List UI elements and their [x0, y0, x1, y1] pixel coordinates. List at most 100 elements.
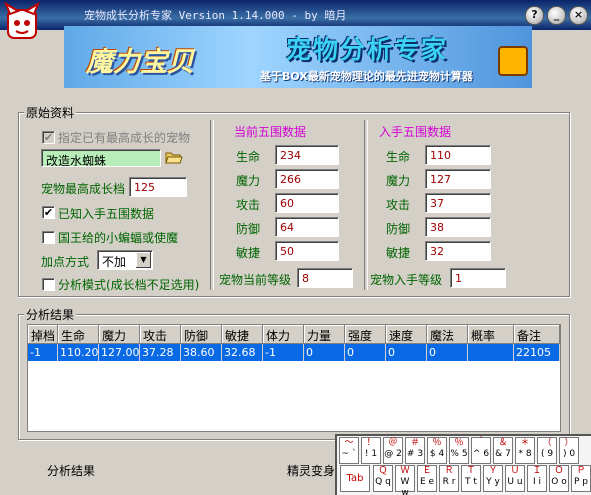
keyboard-key[interactable]: ％ $ 4 — [427, 437, 447, 464]
designated-pet-checkbox[interactable]: ✔ — [42, 131, 55, 144]
designated-pet-label: 指定已有最高成长的宠物 — [58, 131, 191, 145]
current-attack-input[interactable]: 60 — [275, 193, 339, 213]
current-hp-input[interactable]: 234 — [275, 145, 339, 165]
spirit-transform-label[interactable]: 精灵变身 — [287, 462, 335, 479]
acquired-defense-input[interactable]: 38 — [425, 217, 491, 237]
table-cell: 32.68 — [222, 344, 263, 361]
analyze-button[interactable]: 分析结果 — [47, 462, 95, 479]
column-header[interactable]: 速度 — [386, 325, 427, 344]
keyboard-key[interactable]: ＃ # 3 — [405, 437, 425, 464]
max-growth-input[interactable]: 125 — [129, 177, 187, 197]
current-stat-label: 敏捷 — [236, 246, 261, 260]
add-method-select[interactable]: 不加 ▼ — [97, 250, 153, 270]
keyboard-key[interactable]: ＹY y — [483, 465, 503, 492]
column-header[interactable]: 强度 — [345, 325, 386, 344]
current-agility-input[interactable]: 50 — [275, 241, 339, 261]
banner-headline: 宠物分析专家 — [286, 35, 449, 64]
acquired-level-input[interactable]: 1 — [450, 268, 506, 288]
acquired-stat-label: 魔力 — [386, 174, 411, 188]
analysis-mode-label: 分析模式(成长档不足选用) — [58, 278, 200, 292]
column-header[interactable]: 掉档 — [28, 325, 58, 344]
current-stat-label: 攻击 — [236, 198, 261, 212]
keyboard-key[interactable]: ！! 1 — [361, 437, 381, 464]
acquired-agility-input[interactable]: 32 — [425, 241, 491, 261]
add-method-value: 不加 — [102, 255, 127, 269]
pet-name-field[interactable]: 改造水蜘蛛 — [41, 149, 161, 167]
current-level-input[interactable]: 8 — [297, 268, 353, 288]
column-header[interactable]: 防御 — [181, 325, 222, 344]
column-header[interactable]: 备注 — [514, 325, 560, 344]
table-cell: 37.28 — [140, 344, 181, 361]
close-button[interactable]: × — [569, 6, 588, 25]
minimize-button[interactable]: _ — [547, 6, 566, 25]
help-button[interactable]: ? — [525, 6, 544, 25]
table-row[interactable]: -1 110.20 127.00 37.28 38.60 32.68 -1 0 … — [28, 344, 560, 361]
table-cell: 22105 — [514, 344, 560, 361]
table-cell: 0 — [304, 344, 345, 361]
current-stat-label: 生命 — [236, 150, 261, 164]
app-icon — [4, 2, 40, 39]
keyboard-key[interactable]: ＵU u — [505, 465, 525, 492]
banner-logo: 魔力宝贝 — [86, 47, 194, 78]
keyboard-key[interactable]: ＱQ q — [373, 465, 393, 492]
acquired-mp-input[interactable]: 127 — [425, 169, 491, 189]
column-header[interactable]: 魔力 — [99, 325, 140, 344]
keyboard-key[interactable]: ＴT t — [461, 465, 481, 492]
acquired-stats-title: 入手五围数据 — [379, 125, 452, 139]
keyboard-key[interactable]: ＰP p — [571, 465, 591, 492]
known-stats-checkbox[interactable]: ✔ — [42, 206, 55, 219]
keyboard-key[interactable]: （( 9 — [537, 437, 557, 464]
column-header[interactable]: 攻击 — [140, 325, 181, 344]
keyboard-key[interactable]: ＆ & 7 — [493, 437, 513, 464]
analysis-mode-checkbox[interactable] — [42, 278, 55, 291]
results-label: 分析结果 — [24, 306, 77, 323]
keyboard-key[interactable]: ＲR r — [439, 465, 459, 492]
banner-subtitle: 基于BOX最新宠物理论的最先进宠物计算器 — [260, 70, 473, 83]
acquired-stat-label: 生命 — [386, 150, 411, 164]
keyboard-key[interactable]: ＯO o — [549, 465, 569, 492]
keyboard-key[interactable]: ＩI i — [527, 465, 547, 492]
keyboard-key[interactable]: ～ ~ ` — [339, 437, 359, 464]
current-stats-title: 当前五围数据 — [234, 125, 307, 139]
box-logo-icon — [498, 46, 528, 76]
current-defense-input[interactable]: 64 — [275, 217, 339, 237]
table-cell: 110.20 — [60, 344, 99, 361]
column-header[interactable]: 概率 — [468, 325, 514, 344]
table-cell: 0 — [386, 344, 427, 361]
keyboard-key[interactable]: ％% 5 — [449, 437, 469, 464]
original-data-label: 原始资料 — [24, 104, 77, 121]
table-cell: 0 — [427, 344, 468, 361]
column-header[interactable]: 体力 — [263, 325, 304, 344]
table-cell: 38.60 — [181, 344, 222, 361]
column-header[interactable]: 力量 — [304, 325, 345, 344]
acquired-stat-label: 攻击 — [386, 198, 411, 212]
king-pet-label: 国王给的小蝙蝠或使魔 — [58, 231, 179, 245]
keyboard-key[interactable]: ）) 0 — [559, 437, 579, 464]
column-header[interactable]: 魔法 — [427, 325, 468, 344]
keyboard-key[interactable]: ＥE e — [417, 465, 437, 492]
current-mp-input[interactable]: 266 — [275, 169, 339, 189]
king-pet-checkbox[interactable] — [42, 231, 55, 244]
keyboard-key[interactable]: ＠ @ 2 — [383, 437, 403, 464]
acquired-stat-label: 敏捷 — [386, 246, 411, 260]
current-level-label: 宠物当前等级 — [219, 273, 292, 287]
keyboard-key[interactable]: ＾ ^ 6 — [471, 437, 491, 464]
results-table[interactable]: 掉档 生命 魔力 攻击 防御 敏捷 体力 力量 强度 速度 魔法 概率 备注 -… — [27, 324, 561, 432]
keyboard-key[interactable]: ＊ * 8 — [515, 437, 535, 464]
open-folder-icon[interactable] — [165, 149, 183, 165]
table-cell — [468, 344, 514, 361]
acquired-attack-input[interactable]: 37 — [425, 193, 491, 213]
acquired-hp-input[interactable]: 110 — [425, 145, 491, 165]
dropdown-arrow-icon[interactable]: ▼ — [136, 252, 151, 268]
column-header[interactable]: 生命 — [58, 325, 99, 344]
divider — [364, 120, 368, 290]
current-stat-label: 魔力 — [236, 174, 261, 188]
keyboard-key[interactable]: ＷW w — [395, 465, 415, 495]
acquired-level-label: 宠物入手等级 — [370, 273, 443, 287]
tab-key[interactable]: Tab — [340, 465, 370, 492]
table-header: 掉档 生命 魔力 攻击 防御 敏捷 体力 力量 强度 速度 魔法 概率 备注 — [28, 325, 560, 344]
column-header[interactable]: 敏捷 — [222, 325, 263, 344]
current-stat-label: 防御 — [236, 222, 261, 236]
table-cell: -1 — [28, 344, 58, 361]
banner: 魔力宝贝 宠物分析专家 基于BOX最新宠物理论的最先进宠物计算器 — [64, 26, 532, 88]
